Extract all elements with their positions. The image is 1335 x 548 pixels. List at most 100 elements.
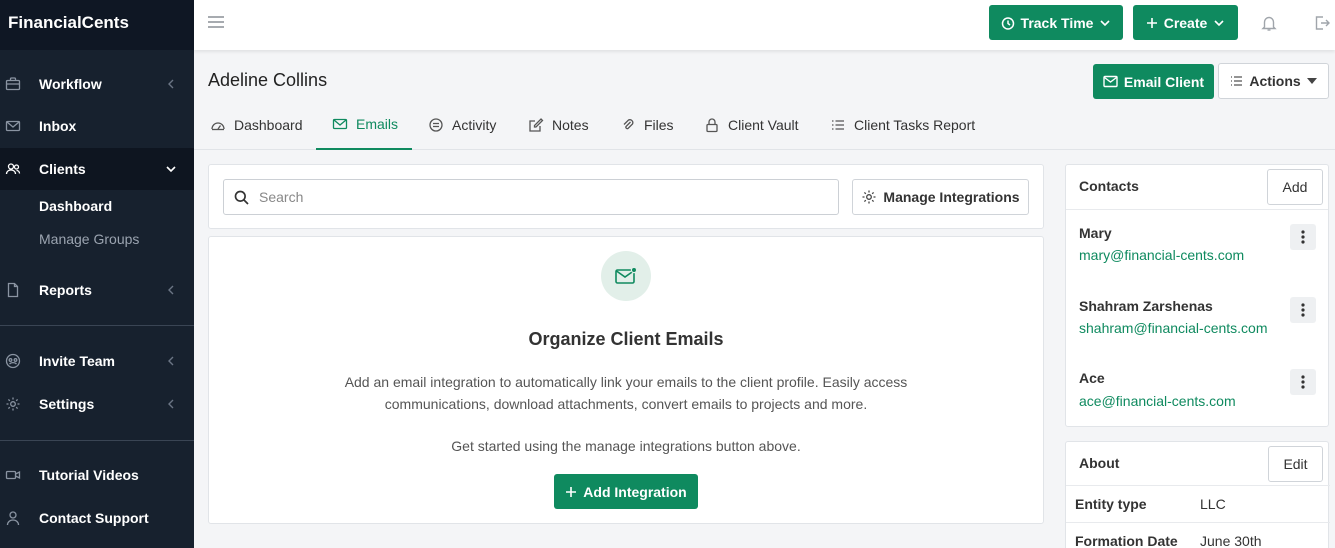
lock-icon [706,118,718,133]
tab-dashboard[interactable]: Dashboard [210,100,303,150]
paperclip-icon [623,119,634,130]
mail-icon [332,118,348,130]
contact-email[interactable]: ace@financial-cents.com [1079,393,1236,409]
tab-label: Emails [356,116,399,132]
video-icon [5,470,21,480]
gear-icon [6,397,20,411]
contacts-panel: Contacts Add Mary mary@financial-cents.c… [1065,164,1329,427]
manage-integrations-button[interactable]: Manage Integrations [852,179,1029,215]
tab-label: Client Vault [728,117,799,133]
sidebar-item-label: Settings [39,396,95,412]
contact-menu-button[interactable] [1290,297,1316,323]
briefcase-icon [5,77,21,91]
list-icon [1231,76,1243,86]
sidebar-item-workflow[interactable]: Workflow [0,63,194,105]
about-key: Entity type [1075,496,1147,512]
manage-integrations-label: Manage Integrations [883,189,1020,205]
plus-icon [566,486,577,497]
search-input[interactable] [259,189,819,205]
sidebar-item-inbox[interactable]: Inbox [0,105,194,147]
actions-dropdown[interactable]: Actions [1218,63,1329,99]
chevron-left-icon [168,79,174,89]
tab-notes[interactable]: Notes [528,100,589,150]
hamburger-menu-icon[interactable] [207,15,225,29]
about-value: LLC [1200,496,1226,512]
app-logo[interactable]: FinancialCents [0,0,194,50]
bell-icon[interactable] [1260,14,1278,32]
contact-email[interactable]: mary@financial-cents.com [1079,247,1244,263]
empty-state-hint: Get started using the manage integration… [451,438,801,454]
sidebar-subitem-dashboard[interactable]: Dashboard [39,198,112,214]
chevron-left-icon [168,356,174,366]
sidebar-item-clients[interactable]: Clients [0,148,194,190]
chevron-down-icon [1100,19,1111,26]
email-client-label: Email Client [1123,73,1205,90]
contact-email[interactable]: shahram@financial-cents.com [1079,320,1268,336]
chevron-down-icon [166,166,176,173]
create-label: Create [1163,14,1208,31]
panel-divider [1066,209,1328,210]
about-panel: About Edit Entity type LLC Formation Dat… [1065,441,1330,548]
edit-about-button[interactable]: Edit [1268,446,1323,482]
tab-client-tasks-report[interactable]: Client Tasks Report [830,100,975,150]
about-key: Formation Date [1075,533,1178,548]
tab-label: Client Tasks Report [854,117,976,133]
user-icon [6,511,20,526]
add-contact-button[interactable]: Add [1267,169,1323,205]
mail-icon [1103,75,1118,88]
chevron-left-icon [168,399,174,409]
mail-notification-icon [615,266,638,284]
sidebar-item-label: Workflow [39,76,102,92]
client-name-heading: Adeline Collins [208,70,328,90]
about-row: Formation Date June 30th [1066,522,1330,548]
email-search-card: Manage Integrations [208,164,1044,229]
contacts-title: Contacts [1079,178,1139,194]
tab-label: Files [644,117,674,133]
mail-icon [5,120,21,132]
tab-activity[interactable]: Activity [428,100,496,150]
chevron-down-icon [1214,19,1224,26]
add-integration-label: Add Integration [583,483,687,500]
users-icon [5,163,21,175]
sidebar-item-reports[interactable]: Reports [0,269,194,311]
contact-name: Ace [1079,370,1105,386]
track-time-button[interactable]: Track Time [989,5,1123,40]
sidebar-item-settings[interactable]: Settings [0,383,194,425]
create-button[interactable]: Create [1133,5,1238,40]
kebab-menu-icon [1301,230,1305,244]
plus-icon [1146,17,1157,28]
search-field[interactable] [223,179,839,215]
add-integration-button[interactable]: Add Integration [554,474,698,509]
sidebar-item-contact-support[interactable]: Contact Support [0,497,194,539]
team-icon [5,353,21,369]
activity-icon [429,118,443,132]
tab-label: Dashboard [234,117,303,133]
about-value: June 30th [1200,533,1262,548]
tab-label: Activity [452,117,497,133]
document-icon [7,282,19,298]
sidebar-divider [0,325,194,326]
list-icon [832,120,844,130]
sidebar-item-label: Tutorial Videos [39,467,139,483]
sidebar-item-label: Inbox [39,118,77,134]
empty-state-badge [601,251,651,301]
tab-emails[interactable]: Emails [316,100,412,150]
caret-down-icon [1306,78,1317,84]
logout-icon[interactable] [1313,14,1331,32]
sidebar-item-label: Clients [39,161,86,177]
gear-icon [862,190,876,204]
sidebar-subitem-manage-groups[interactable]: Manage Groups [39,231,139,247]
chevron-left-icon [168,285,174,295]
about-row: Entity type LLC [1066,485,1330,521]
sidebar-item-label: Contact Support [39,510,149,526]
tab-client-vault[interactable]: Client Vault [704,100,799,150]
stopwatch-icon [1001,16,1014,30]
email-client-button[interactable]: Email Client [1093,64,1214,99]
contact-name: Mary [1079,225,1112,241]
contact-menu-button[interactable] [1290,224,1316,250]
contact-menu-button[interactable] [1290,369,1316,395]
tab-files[interactable]: Files [620,100,674,150]
sidebar-item-tutorial-videos[interactable]: Tutorial Videos [0,454,194,496]
sidebar-item-invite-team[interactable]: Invite Team [0,340,194,382]
kebab-menu-icon [1301,303,1305,317]
